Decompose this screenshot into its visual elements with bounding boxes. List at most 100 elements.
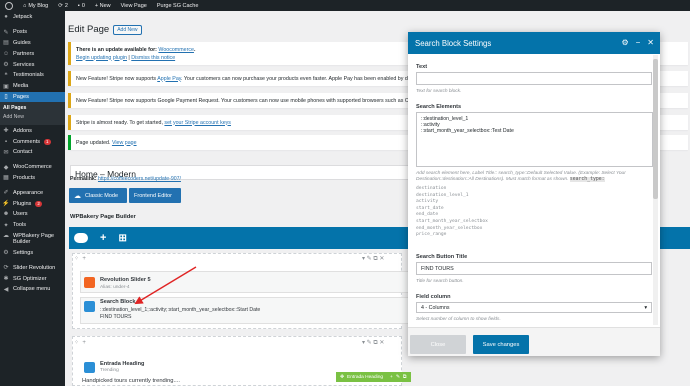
button-title-input[interactable]: FIND TOURS [416, 262, 652, 275]
purge-label: Purge SG Cache [156, 2, 199, 9]
search-elements-label: Search Elements [416, 104, 462, 110]
sidebar-item-contact[interactable]: ✉ Contact [0, 147, 65, 158]
submenu-all-pages[interactable]: All Pages [0, 104, 65, 113]
sidebar-item-label: WPBakery Page Builder [13, 232, 55, 246]
sidebar-item-appearance[interactable]: ✐ Appearance [0, 187, 65, 198]
text-input[interactable] [416, 72, 652, 85]
sidebar-item-partners[interactable]: ☺ Partners [0, 48, 65, 59]
user-icon: ☻ [2, 211, 10, 218]
sidebar-item-comments[interactable]: ▪ Comments 1 [0, 136, 65, 147]
revolution-slider-alias: Alias: under-4 [100, 285, 130, 290]
updates-link[interactable]: ⟳ 2 [53, 0, 73, 11]
move-icon: ✥ [340, 374, 345, 380]
sidebar-item-label: Plugins [13, 200, 32, 207]
close-button[interactable]: Close [410, 335, 466, 354]
sidebar-item-plugins[interactable]: ⚡ Plugins 2 [0, 198, 65, 209]
dismiss-notice-link[interactable]: Dismiss this notice [131, 55, 175, 61]
sidebar-item-sg-optimizer[interactable]: ✱ SG Optimizer [0, 273, 65, 284]
clone-icon[interactable]: ⧉ [403, 374, 406, 380]
element-controls-bar[interactable]: ✥ Entrada Heading + ✎ ⧉ [336, 372, 411, 382]
jetpack-icon: ● [4, 14, 8, 21]
submenu-add-new[interactable]: Add New [0, 113, 65, 122]
text-help: Text for search block. [416, 89, 462, 94]
text-label: Text [416, 64, 428, 70]
home-icon: ⌂ [23, 2, 27, 9]
row-controls[interactable]: ⁘ + [74, 339, 86, 346]
wpb-icon: ☁ [3, 233, 9, 240]
applepay-link[interactable]: Apple Pay [157, 76, 181, 82]
site-name-link[interactable]: ⌂ My Blog [18, 0, 53, 11]
modal-header: Search Block Settings ⚙ − ✕ [408, 32, 660, 54]
sidebar-item-label: Posts [13, 29, 27, 36]
sidebar-item-wpbakery[interactable]: ☁ WPBakery Page Builder [0, 231, 65, 248]
brush-icon: ✐ [3, 190, 9, 197]
classic-mode-button[interactable]: ☁ Classic Mode [69, 188, 127, 203]
chevron-down-icon: ▾ [644, 305, 647, 311]
sg-icon: ✱ [3, 276, 9, 283]
settings-icon: ⚙ [3, 250, 9, 257]
frontend-editor-button[interactable]: Frontend Editor [129, 188, 181, 203]
plugins-badge: 2 [35, 200, 42, 207]
sidebar-collapse-menu[interactable]: ◀ Collapse menu [0, 284, 65, 295]
sidebar-item-products[interactable]: ▦ Products [0, 173, 65, 184]
search-elements-textarea[interactable]: ::destination_level_1 ::activity ::start… [416, 112, 653, 167]
close-icon[interactable]: ✕ [647, 38, 654, 47]
save-changes-button[interactable]: Save changes [473, 335, 529, 354]
add-icon[interactable]: + [390, 375, 393, 380]
sidebar-item-label: Services [13, 61, 35, 68]
comment-icon: ▪ [77, 2, 80, 9]
modal-title: Search Block Settings [415, 38, 492, 48]
plug-icon: ⚡ [2, 201, 10, 208]
sidebar-item-jetpack[interactable]: ● Jetpack [0, 12, 65, 23]
stripe-keys-link[interactable]: set your Stripe account keys [164, 120, 231, 126]
updates-count: 2 [64, 2, 68, 9]
sidebar-item-posts[interactable]: ✎ Posts [0, 27, 65, 38]
sidebar-item-addons[interactable]: ✚ Addons [0, 125, 65, 136]
sidebar-item-users[interactable]: ☻ Users [0, 209, 65, 220]
view-page-notice-link[interactable]: View page [112, 140, 137, 146]
modal-scrollbar[interactable] [653, 55, 658, 325]
media-icon: ▣ [3, 83, 9, 90]
gear-icon[interactable]: ⚙ [621, 38, 628, 47]
sidebar-item-label: Guides [13, 39, 31, 46]
sidebar-item-woocommerce[interactable]: ◆ WooCommerce [0, 162, 65, 173]
wordpress-logo-icon[interactable] [0, 0, 18, 11]
sidebar-item-guides[interactable]: ▤ Guides [0, 38, 65, 49]
page-icon: ▯ [4, 94, 8, 101]
layout-grid-icon[interactable]: ⊞ [118, 233, 126, 244]
search-block-name: Search Block [100, 299, 136, 305]
site-name: My Blog [28, 2, 49, 9]
sidebar-item-tools[interactable]: ✦ Tools [0, 220, 65, 231]
entrada-heading-icon [84, 362, 95, 373]
row-tools[interactable]: ▾ ✎ ⧉ ✕ [362, 339, 384, 347]
search-elements-help: Add search element here, Label Title:: s… [416, 171, 626, 182]
sidebar-item-services[interactable]: ⚙ Services [0, 59, 65, 70]
sidebar-item-slider-revolution[interactable]: ⟳ Slider Revolution [0, 262, 65, 273]
add-new-page-button[interactable]: Add New [113, 24, 142, 35]
quote-icon: ❝ [4, 72, 8, 79]
begin-updating-link[interactable]: Begin updating plugin [76, 55, 127, 61]
sidebar-item-label: Slider Revolution [13, 264, 56, 271]
add-element-icon[interactable]: + [100, 232, 106, 244]
permalink-link[interactable]: https://coffeecoders.net/update-907/ [98, 176, 181, 182]
new-content-link[interactable]: + New [90, 0, 116, 11]
edit-icon[interactable]: ✎ [396, 375, 400, 380]
sidebar-item-label: Contact [13, 149, 33, 156]
sidebar-item-label: Jetpack [13, 14, 33, 21]
wpbakery-cloud-icon[interactable] [74, 233, 88, 243]
comments-badge: 1 [44, 138, 51, 145]
sidebar-item-media[interactable]: ▣ Media [0, 81, 65, 92]
field-column-select[interactable]: 4 - Columns ▾ [416, 302, 652, 313]
view-page-link[interactable]: View Page [116, 0, 152, 11]
new-label: + New [94, 2, 111, 9]
sidebar-item-pages[interactable]: ▯ Pages [0, 91, 65, 103]
woocommerce-link[interactable]: Woocommerce [158, 47, 194, 53]
row-controls[interactable]: ⁘ + [74, 255, 86, 262]
book-icon: ▤ [3, 40, 9, 47]
sidebar-item-settings[interactable]: ⚙ Settings [0, 248, 65, 259]
row-tools[interactable]: ▾ ✎ ⧉ ✕ [362, 255, 384, 263]
purge-cache-link[interactable]: Purge SG Cache [152, 0, 204, 11]
sidebar-item-testimonials[interactable]: ❝ Testimonials [0, 70, 65, 81]
minimize-icon[interactable]: − [636, 38, 641, 47]
comments-link[interactable]: ▪ 0 [73, 0, 90, 11]
